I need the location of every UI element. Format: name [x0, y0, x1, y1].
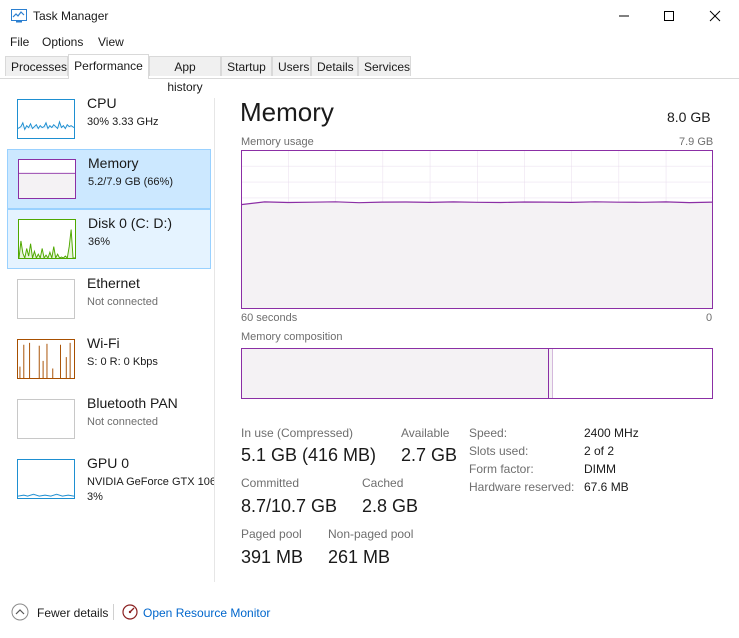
tab-app-history[interactable]: App history: [149, 56, 221, 94]
disk-thumbnail-graph: [18, 219, 76, 259]
memory-usage-graph: [241, 150, 713, 309]
in-use-value: 5.1 GB (416 MB): [241, 445, 377, 465]
footer-bar: [0, 594, 739, 638]
sidebar-item-label: Disk 0 (C: D:): [88, 215, 172, 231]
tab-users[interactable]: Users: [272, 56, 311, 76]
chevron-up-icon[interactable]: [11, 603, 29, 621]
sidebar-item-detail: 30% 3.33 GHz: [87, 116, 159, 128]
available-value: 2.7 GB: [401, 445, 458, 465]
sidebar-item-ethernet[interactable]: Ethernet Not connected: [7, 270, 211, 328]
minimize-button[interactable]: [601, 0, 647, 32]
tab-processes[interactable]: Processes: [5, 56, 68, 76]
sidebar-item-wifi[interactable]: Wi-Fi S: 0 R: 0 Kbps: [7, 330, 211, 388]
spec-form-factor-label: Form factor:: [469, 462, 534, 476]
sidebar-item-detail: 5.2/7.9 GB (66%): [88, 176, 173, 188]
composition-in-use: [242, 349, 549, 398]
tab-details[interactable]: Details: [311, 56, 358, 76]
spec-speed-label: Speed:: [469, 426, 508, 440]
nonpaged-pool-label: Non-paged pool: [328, 527, 414, 541]
composition-label: Memory composition: [241, 331, 343, 343]
sidebar-item-cpu[interactable]: CPU 30% 3.33 GHz: [7, 90, 211, 148]
open-resource-monitor-link[interactable]: Open Resource Monitor: [143, 606, 270, 620]
page-title: Memory: [240, 97, 334, 127]
sidebar-item-gpu[interactable]: GPU 0 NVIDIA GeForce GTX 1060 3%: [7, 450, 214, 508]
sidebar-item-disk[interactable]: Disk 0 (C: D:) 36%: [7, 209, 211, 269]
nonpaged-pool-value: 261 MB: [328, 547, 391, 567]
sidebar-divider: [214, 98, 215, 582]
sidebar-item-detail: S: 0 R: 0 Kbps: [87, 356, 158, 368]
spec-hw-reserved-label: Hardware reserved:: [469, 480, 575, 494]
close-icon: [709, 10, 721, 22]
tab-startup[interactable]: Startup: [221, 56, 272, 76]
available-label: Available: [401, 426, 450, 440]
composition-modified: [549, 349, 553, 398]
maximize-icon: [664, 11, 674, 21]
spec-slots-label: Slots used:: [469, 444, 529, 458]
spec-slots-value: 2 of 2: [584, 444, 615, 458]
bluetooth-thumbnail-graph: [17, 399, 75, 439]
sidebar-item-label: Wi-Fi: [87, 335, 120, 351]
usage-graph-label: Memory usage: [241, 136, 314, 148]
menu-view[interactable]: View: [98, 35, 124, 49]
sidebar-item-label: CPU: [87, 95, 117, 111]
cpu-thumbnail-graph: [17, 99, 75, 139]
tab-services[interactable]: Services: [358, 56, 411, 76]
in-use-label: In use (Compressed): [241, 426, 354, 440]
paged-pool-label: Paged pool: [241, 527, 302, 541]
sidebar-item-memory[interactable]: Memory 5.2/7.9 GB (66%): [7, 149, 211, 209]
spec-form-factor-value: DIMM: [584, 462, 616, 476]
sidebar-item-bluetooth[interactable]: Bluetooth PAN Not connected: [7, 390, 211, 448]
gpu-thumbnail-graph: [17, 459, 75, 499]
memory-total: 8.0 GB: [667, 109, 711, 125]
footer-divider: [113, 604, 114, 620]
sidebar-item-detail: Not connected: [87, 296, 158, 308]
sidebar-item-detail: NVIDIA GeForce GTX 1060: [87, 476, 214, 488]
wifi-thumbnail-graph: [17, 339, 75, 379]
sidebar-item-label: GPU 0: [87, 455, 130, 471]
window-title: Task Manager: [33, 9, 109, 23]
task-manager-icon: [11, 9, 27, 23]
cached-value: 2.8 GB: [362, 496, 419, 516]
sidebar-item-label: Ethernet: [87, 275, 140, 291]
ethernet-thumbnail-graph: [17, 279, 75, 319]
graph-time-right: 0: [706, 312, 713, 324]
memory-thumbnail-graph: [18, 159, 76, 199]
sidebar-item-detail: Not connected: [87, 416, 158, 428]
paged-pool-value: 391 MB: [241, 547, 304, 567]
sidebar-item-label: Memory: [88, 155, 139, 171]
menu-file[interactable]: File: [10, 35, 29, 49]
sidebar-item-label: Bluetooth PAN: [87, 395, 178, 411]
spec-hw-reserved-value: 67.6 MB: [584, 480, 629, 494]
spec-speed-value: 2400 MHz: [584, 426, 639, 440]
menu-options[interactable]: Options: [42, 35, 83, 49]
sidebar-item-detail: 36%: [88, 236, 111, 248]
minimize-icon: [619, 15, 629, 17]
memory-composition-bar: [241, 348, 713, 399]
fewer-details-button[interactable]: Fewer details: [37, 606, 108, 620]
graph-time-left: 60 seconds: [241, 312, 298, 324]
usage-graph-max: 7.9 GB: [679, 136, 714, 148]
close-button[interactable]: [692, 0, 738, 32]
cached-label: Cached: [362, 476, 404, 490]
committed-label: Committed: [241, 476, 300, 490]
memory-usage-area: [241, 201, 713, 309]
sidebar-item-detail-2: 3%: [87, 491, 103, 503]
tab-performance[interactable]: Performance: [68, 54, 149, 79]
committed-value: 8.7/10.7 GB: [241, 496, 338, 516]
maximize-button[interactable]: [646, 0, 692, 32]
resource-monitor-icon: [122, 604, 138, 620]
